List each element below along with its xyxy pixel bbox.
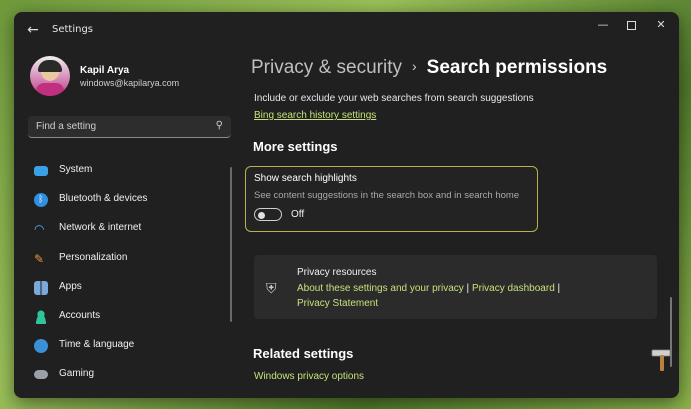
sidebar-item-label: Time & language (59, 339, 135, 351)
sidebar-item-label: Gaming (59, 368, 95, 380)
search-highlights-toggle[interactable] (254, 208, 282, 221)
app-title: Settings (52, 24, 94, 35)
sidebar-item-network[interactable]: ◠ Network & internet (28, 215, 228, 244)
back-arrow-icon[interactable]: ← (22, 20, 44, 40)
privacy-resources-card: ⛨ Privacy resources About these settings… (254, 255, 657, 319)
toggle-state-label: Off (291, 209, 305, 220)
search-input[interactable]: Find a setting ⚲ (28, 116, 231, 138)
search-highlights-card: Show search highlights See content sugge… (245, 166, 538, 232)
hammer-logo-icon (651, 349, 671, 371)
search-placeholder: Find a setting (36, 121, 97, 132)
chevron-right-icon: › (411, 58, 417, 74)
sidebar-item-time-language[interactable]: Time & language (28, 332, 228, 361)
search-history-description: Include or exclude your web searches fro… (254, 93, 534, 104)
minimize-icon[interactable]: — (591, 16, 615, 34)
privacy-resources-links: About these settings and your privacy | … (297, 281, 617, 311)
close-icon[interactable]: ✕ (649, 16, 673, 34)
page-title: Search permissions (426, 57, 608, 78)
link-divider: | (557, 283, 561, 294)
shield-icon: ⛨ (266, 280, 277, 296)
highlights-title: Show search highlights (254, 173, 357, 184)
breadcrumb: Privacy & security › Search permissions (251, 57, 607, 79)
monitor-icon (34, 166, 48, 176)
user-name: Kapil Arya (80, 65, 130, 76)
apps-icon (34, 280, 48, 295)
privacy-resources-title: Privacy resources (297, 267, 377, 278)
sidebar-item-gaming[interactable]: Gaming (28, 361, 228, 390)
person-icon (34, 309, 48, 324)
sidebar-item-label: Network & internet (59, 222, 142, 234)
sidebar-scrollbar[interactable] (230, 167, 232, 322)
privacy-statement-link[interactable]: Privacy Statement (297, 298, 378, 309)
bing-history-link[interactable]: Bing search history settings (254, 110, 376, 121)
sidebar-item-label: Personalization (59, 251, 128, 263)
search-icon: ⚲ (215, 120, 223, 131)
sidebar-item-accounts[interactable]: Accounts (28, 303, 228, 332)
sidebar-item-label: Accounts (59, 309, 101, 321)
maximize-icon[interactable] (619, 16, 643, 34)
sidebar-item-personalization[interactable]: ✎ Personalization (28, 245, 228, 274)
avatar[interactable] (30, 56, 70, 96)
settings-window: ← Settings — ✕ Kapil Arya windows@kapila… (14, 12, 679, 398)
bluetooth-icon: ᛒ (34, 193, 48, 208)
privacy-dashboard-link[interactable]: Privacy dashboard (472, 283, 555, 294)
title-bar: ← Settings — ✕ (14, 12, 679, 48)
sidebar-nav: System ᛒ Bluetooth & devices ◠ Network &… (28, 157, 228, 391)
about-privacy-link[interactable]: About these settings and your privacy (297, 283, 464, 294)
sidebar-item-bluetooth[interactable]: ᛒ Bluetooth & devices (28, 186, 228, 215)
sidebar-item-system[interactable]: System (28, 157, 228, 186)
globe-clock-icon (34, 339, 48, 354)
sidebar-item-apps[interactable]: Apps (28, 274, 228, 303)
user-email: windows@kapilarya.com (80, 78, 180, 88)
sidebar-item-label: Bluetooth & devices (59, 193, 148, 205)
link-divider: | (466, 283, 470, 294)
sidebar-item-label: System (59, 164, 93, 175)
brush-icon: ✎ (34, 251, 45, 266)
wifi-icon: ◠ (34, 222, 45, 237)
sidebar-item-label: Apps (59, 280, 82, 292)
controller-icon (34, 370, 48, 380)
related-settings-heading: Related settings (253, 346, 354, 361)
highlights-subtitle: See content suggestions in the search bo… (254, 190, 520, 201)
windows-privacy-options-link[interactable]: Windows privacy options (254, 371, 364, 382)
more-settings-heading: More settings (253, 139, 338, 154)
breadcrumb-parent[interactable]: Privacy & security (251, 57, 402, 78)
